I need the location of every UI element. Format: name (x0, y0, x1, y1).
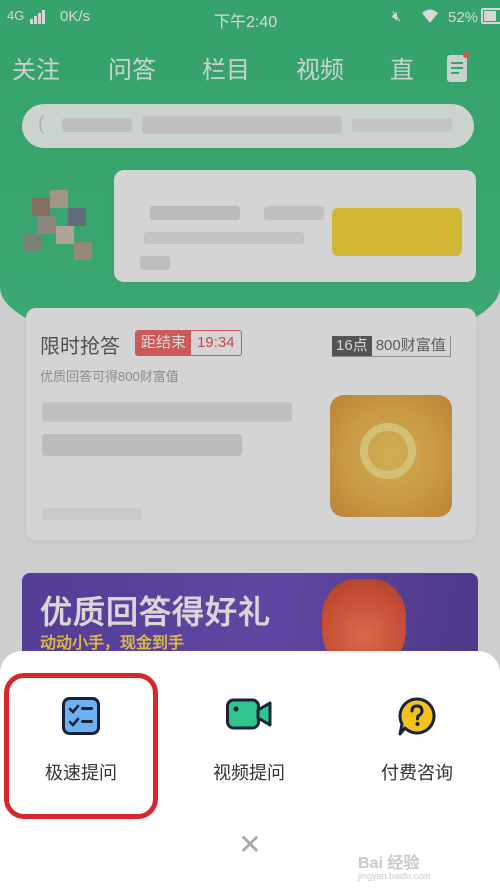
watermark-text: Bai 经验 (358, 855, 420, 872)
baidu-jingyan-watermark: Bai 经验 jingyan.baidu.com (358, 849, 431, 881)
paid-consult-label: 付费咨询 (381, 763, 453, 783)
video-camera-icon (226, 697, 272, 736)
highlight-annotation (4, 673, 158, 819)
ask-action-sheet: 极速提问 视频提问 付费咨询 ✕ Bai 经验 jingyan.baidu.co… (0, 651, 500, 889)
paid-consult-button[interactable]: 付费咨询 (342, 651, 492, 801)
watermark-url: jingyan.baidu.com (358, 871, 431, 881)
question-bubble-icon (397, 697, 437, 742)
video-question-button[interactable]: 视频提问 (174, 651, 324, 801)
video-question-label: 视频提问 (213, 763, 285, 783)
close-icon[interactable]: ✕ (236, 831, 264, 859)
